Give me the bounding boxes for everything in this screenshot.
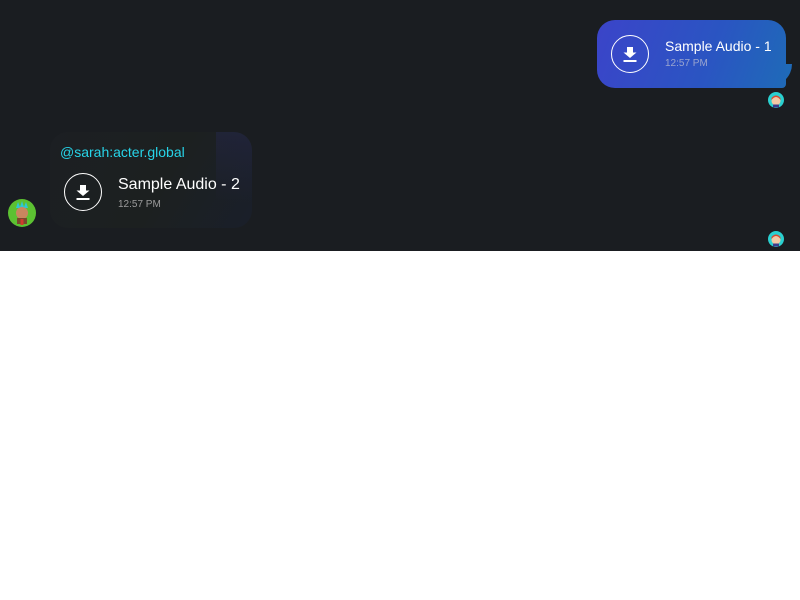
download-icon: [623, 47, 637, 62]
download-icon: [76, 185, 90, 200]
read-receipt-avatar: [768, 92, 784, 108]
audio-title: Sample Audio - 2: [118, 176, 240, 193]
sender-name[interactable]: @sarah:acter.global: [60, 144, 185, 160]
download-button[interactable]: [611, 35, 649, 73]
sender-avatar[interactable]: [8, 199, 36, 227]
read-receipt-avatar: [768, 231, 784, 247]
audio-title: Sample Audio - 1: [665, 38, 772, 54]
message-timestamp: 12:57 PM: [665, 58, 708, 69]
message-timestamp: 12:57 PM: [118, 199, 161, 210]
chat-timeline: Sample Audio - 1 12:57 PM @sarah:acter.g…: [0, 0, 800, 251]
download-button[interactable]: [64, 173, 102, 211]
